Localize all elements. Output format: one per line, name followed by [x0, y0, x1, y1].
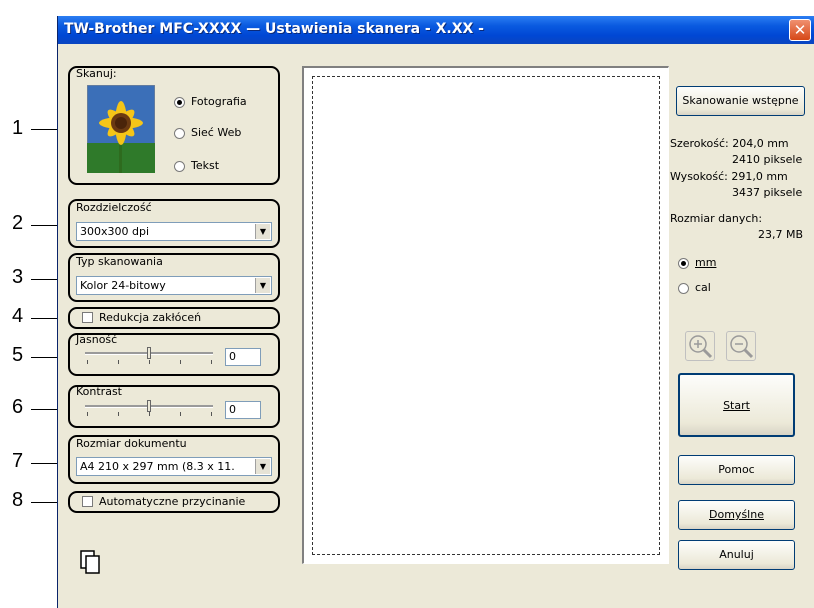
callout-3: 3: [12, 266, 24, 288]
brightness-value-field[interactable]: 0: [225, 348, 261, 366]
data-size-value: 23,7 MB: [758, 228, 804, 241]
sunflower-photo-icon: [87, 85, 155, 173]
document-size-select[interactable]: A4 210 x 297 mm (8.3 x 11. ▼: [76, 457, 272, 476]
close-icon: ✕: [793, 21, 807, 39]
noise-reduction-checkbox[interactable]: [82, 312, 93, 323]
scan-mode-label: Skanuj:: [76, 67, 117, 80]
slider-tick: [180, 412, 181, 416]
window-title: TW-Brother MFC-XXXX — Ustawienia skanera…: [64, 21, 484, 37]
help-button[interactable]: Pomoc: [678, 455, 795, 485]
radio-unit-inch[interactable]: [678, 283, 689, 294]
help-button-label: Pomoc: [718, 463, 755, 476]
slider-tick: [211, 360, 212, 364]
resolution-label: Rozdzielczość: [76, 201, 152, 214]
defaults-button[interactable]: Domyślne: [678, 500, 795, 530]
prescan-button-label: Skanowanie wstępne: [682, 94, 799, 107]
document-size-label: Rozmiar dokumentu: [76, 437, 187, 450]
radio-text[interactable]: [174, 161, 185, 172]
prescan-button[interactable]: Skanowanie wstępne: [676, 86, 805, 116]
data-size-label: Rozmiar danych:: [670, 212, 763, 225]
scan-area-frame[interactable]: [312, 76, 660, 555]
contrast-value-field[interactable]: 0: [225, 401, 261, 419]
scan-type-select[interactable]: Kolor 24-bitowy ▼: [76, 276, 272, 295]
scan-preview-area[interactable]: [302, 66, 669, 564]
chevron-down-icon[interactable]: ▼: [255, 459, 270, 474]
contrast-slider-thumb[interactable]: [147, 400, 151, 412]
zoom-in-button[interactable]: [685, 331, 715, 361]
unit-inch-label: cal: [695, 281, 711, 294]
unit-mm-label: mm: [695, 256, 717, 269]
slider-tick: [118, 412, 119, 416]
contrast-value: 0: [229, 403, 236, 416]
resolution-select[interactable]: 300x300 dpi ▼: [76, 222, 272, 241]
brightness-value: 0: [229, 350, 236, 363]
slider-tick: [180, 360, 181, 364]
option-photo-label: Fotografia: [191, 95, 247, 108]
radio-unit-mm[interactable]: [678, 258, 689, 269]
scan-type-value: Kolor 24-bitowy: [80, 279, 166, 292]
close-button[interactable]: ✕: [789, 19, 811, 41]
cancel-button[interactable]: Anuluj: [678, 540, 795, 570]
slider-tick: [87, 360, 88, 364]
scan-type-label: Typ skanowania: [76, 255, 163, 268]
slider-tick: [87, 412, 88, 416]
callout-5: 5: [12, 344, 24, 366]
auto-crop-checkbox[interactable]: [82, 496, 93, 507]
width-pixels: 2410 piksele: [732, 153, 803, 166]
document-size-value: A4 210 x 297 mm (8.3 x 11.: [80, 460, 235, 473]
chevron-down-icon[interactable]: ▼: [255, 224, 270, 239]
callout-6: 6: [12, 396, 24, 418]
callout-4: 4: [12, 305, 24, 327]
start-button[interactable]: Start: [678, 373, 795, 437]
defaults-button-label: Domyślne: [709, 508, 764, 521]
auto-crop-label: Automatyczne przycinanie: [99, 495, 246, 508]
width-label: Szerokość: 204,0 mm: [670, 137, 789, 150]
radio-web[interactable]: [174, 128, 185, 139]
brightness-label: Jasność: [76, 333, 118, 346]
cancel-button-label: Anuluj: [719, 548, 754, 561]
contrast-label: Kontrast: [76, 385, 122, 398]
slider-tick: [149, 412, 150, 416]
radio-photo[interactable]: [174, 97, 185, 108]
slider-tick: [118, 360, 119, 364]
resolution-value: 300x300 dpi: [80, 225, 150, 238]
copy-pages-icon[interactable]: [80, 550, 102, 576]
slider-tick: [211, 412, 212, 416]
noise-reduction-label: Redukcja zakłóceń: [99, 311, 202, 324]
callout-1: 1: [12, 117, 24, 139]
height-label: Wysokość: 291,0 mm: [670, 170, 788, 183]
chevron-down-icon[interactable]: ▼: [255, 278, 270, 293]
title-bar[interactable]: TW-Brother MFC-XXXX — Ustawienia skanera…: [58, 16, 814, 44]
option-web-label: Sieć Web: [191, 126, 242, 139]
callout-2: 2: [12, 212, 24, 234]
height-pixels: 3437 piksele: [732, 186, 803, 199]
brightness-slider-thumb[interactable]: [147, 347, 151, 359]
zoom-out-icon: [730, 335, 754, 359]
slider-tick: [149, 360, 150, 364]
callout-7: 7: [12, 450, 24, 472]
option-text-label: Tekst: [191, 159, 220, 172]
zoom-in-icon: [689, 335, 713, 359]
start-button-label: Start: [723, 399, 750, 412]
callout-8: 8: [12, 489, 24, 511]
zoom-out-button[interactable]: [726, 331, 756, 361]
